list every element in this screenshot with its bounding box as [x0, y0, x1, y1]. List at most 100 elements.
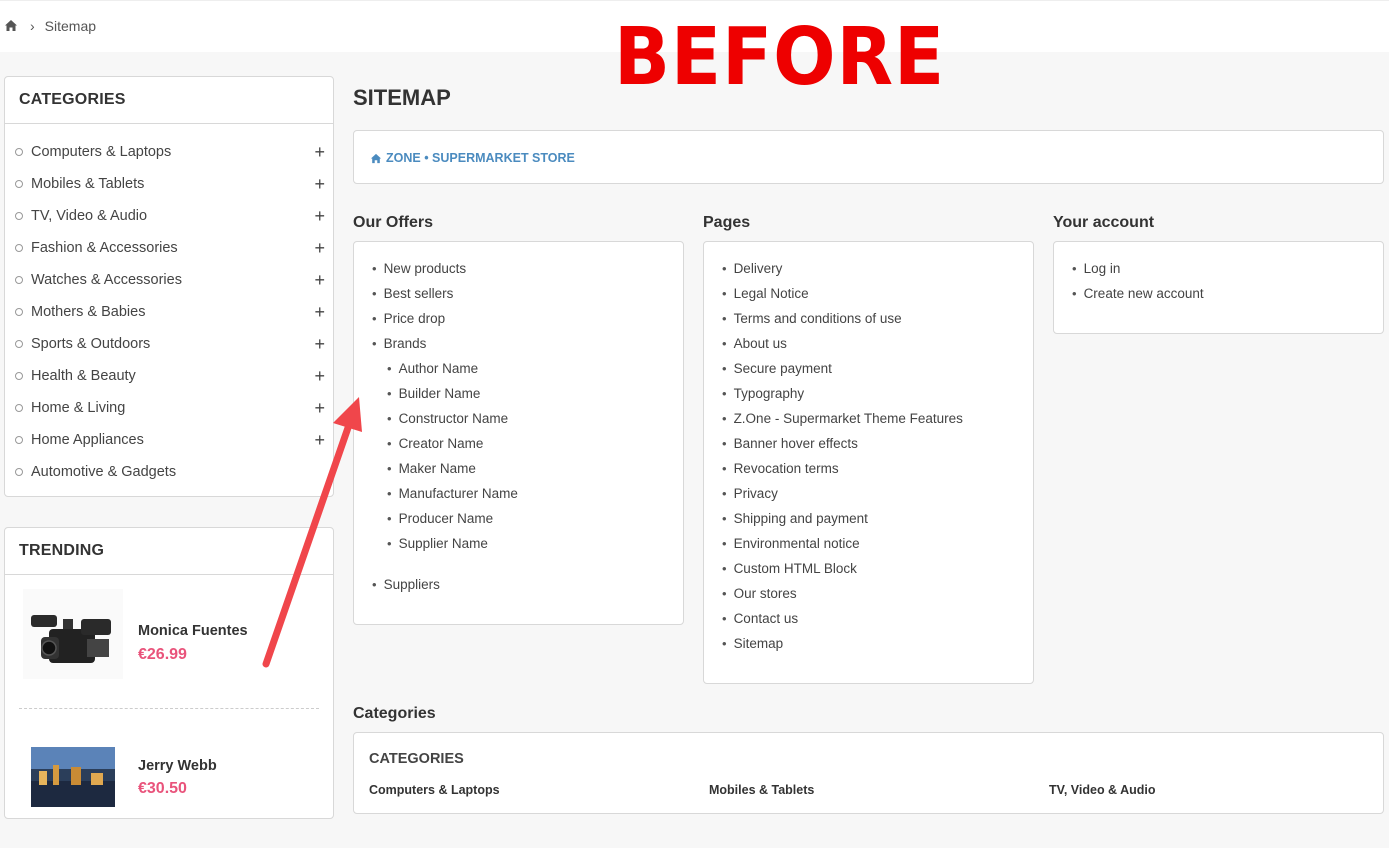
offers-heading: Our Offers — [353, 214, 434, 231]
brand-link[interactable]: Constructor Name — [354, 406, 683, 431]
offer-link[interactable]: Best sellers — [354, 281, 683, 306]
expand-icon[interactable]: + — [314, 239, 325, 257]
account-heading: Your account — [1053, 214, 1155, 231]
bullet-icon — [15, 340, 23, 348]
pages-heading: Pages — [703, 214, 751, 231]
page-link[interactable]: Typography — [704, 381, 1033, 406]
offer-link[interactable]: New products — [354, 256, 683, 281]
category-label: Mothers & Babies — [31, 304, 146, 320]
expand-icon[interactable]: + — [314, 335, 325, 353]
category-label: Mobiles & Tablets — [31, 176, 145, 192]
sidebar-category-item[interactable]: Sports & Outdoors + — [5, 328, 333, 360]
page-link[interactable]: Z.One - Supermarket Theme Features — [704, 406, 1033, 431]
offer-link[interactable]: Suppliers — [354, 572, 683, 597]
bullet-icon — [15, 276, 23, 284]
category-column-link[interactable]: Mobiles & Tablets — [709, 783, 814, 797]
category-column-link[interactable]: Computers & Laptops — [369, 783, 500, 797]
page-link[interactable]: Sitemap — [704, 631, 1033, 656]
categories-heading: CATEGORIES — [5, 77, 333, 124]
trending-heading: TRENDING — [5, 528, 333, 575]
page-link[interactable]: Custom HTML Block — [704, 556, 1033, 581]
bullet-icon — [15, 212, 23, 220]
bullet-icon — [15, 436, 23, 444]
page-link[interactable]: Our stores — [704, 581, 1033, 606]
page-link[interactable]: Environmental notice — [704, 531, 1033, 556]
page-link[interactable]: Secure payment — [704, 356, 1033, 381]
expand-icon[interactable]: + — [314, 367, 325, 385]
store-link-label: ZONE • SUPERMARKET STORE — [386, 151, 575, 165]
page-link[interactable]: Legal Notice — [704, 281, 1033, 306]
breadcrumb-current: Sitemap — [44, 18, 97, 34]
home-icon[interactable] — [4, 19, 18, 33]
sidebar-category-item[interactable]: Automotive & Gadgets — [5, 456, 333, 488]
page-link[interactable]: Delivery — [704, 256, 1033, 281]
page-link[interactable]: Contact us — [704, 606, 1033, 631]
sidebar-category-item[interactable]: Home Appliances + — [5, 424, 333, 456]
sidebar-category-item[interactable]: Fashion & Accessories + — [5, 232, 333, 264]
expand-icon[interactable]: + — [314, 399, 325, 417]
pages-box: DeliveryLegal NoticeTerms and conditions… — [703, 241, 1034, 684]
category-label: Computers & Laptops — [31, 144, 172, 160]
brand-link[interactable]: Author Name — [354, 356, 683, 381]
category-label: Sports & Outdoors — [31, 336, 151, 352]
page-link[interactable]: Privacy — [704, 481, 1033, 506]
categories-list: Computers & Laptops + Mobiles & Tablets + TV… — [5, 124, 333, 488]
bullet-icon — [15, 180, 23, 188]
brand-link[interactable]: Producer Name — [354, 506, 683, 531]
store-home-link[interactable]: ZONE • SUPERMARKET STORE — [370, 151, 575, 165]
sidebar-category-item[interactable]: TV, Video & Audio + — [5, 200, 333, 232]
page-link[interactable]: Terms and conditions of use — [704, 306, 1033, 331]
page-link[interactable]: Banner hover effects — [704, 431, 1033, 456]
brand-link[interactable]: Creator Name — [354, 431, 683, 456]
sidebar-categories: CATEGORIES Computers & Laptops + Mobiles &… — [4, 76, 334, 497]
category-label: TV, Video & Audio — [31, 208, 148, 224]
product-price: €26.99 — [138, 646, 187, 663]
sidebar-category-item[interactable]: Mothers & Babies + — [5, 296, 333, 328]
offers-box: New productsBest sellersPrice dropBrands… — [353, 241, 684, 625]
category-column-link[interactable]: TV, Video & Audio — [1049, 783, 1156, 797]
offer-link[interactable]: Brands — [354, 331, 683, 356]
expand-icon[interactable]: + — [314, 207, 325, 225]
city-tv-image[interactable] — [31, 747, 115, 837]
sidebar-category-item[interactable]: Health & Beauty + — [5, 360, 333, 392]
offers-list: New productsBest sellersPrice dropBrands… — [354, 242, 683, 597]
expand-icon[interactable]: + — [314, 271, 325, 289]
bullet-icon — [15, 404, 23, 412]
offer-link[interactable]: Price drop — [354, 306, 683, 331]
sidebar-category-item[interactable]: Mobiles & Tablets + — [5, 168, 333, 200]
breadcrumb: › Sitemap — [4, 18, 96, 34]
expand-icon[interactable]: + — [314, 431, 325, 449]
expand-icon[interactable]: + — [314, 303, 325, 321]
before-annotation-label: BEFORE — [614, 11, 946, 103]
page-link[interactable]: Revocation terms — [704, 456, 1033, 481]
expand-icon[interactable]: + — [314, 143, 325, 161]
account-link[interactable]: Create new account — [1054, 281, 1383, 306]
page-link[interactable]: Shipping and payment — [704, 506, 1033, 531]
product-name[interactable]: Monica Fuentes — [138, 623, 248, 639]
account-link[interactable]: Log in — [1054, 256, 1383, 281]
sidebar-category-item[interactable]: Watches & Accessories + — [5, 264, 333, 296]
bullet-icon — [15, 308, 23, 316]
brand-link[interactable]: Maker Name — [354, 456, 683, 481]
bullet-icon — [15, 372, 23, 380]
brand-link[interactable]: Supplier Name — [354, 531, 683, 556]
brand-link[interactable]: Manufacturer Name — [354, 481, 683, 506]
product-price: €30.50 — [138, 780, 187, 797]
category-label: Health & Beauty — [31, 368, 136, 384]
sidebar-category-item[interactable]: Home & Living + — [5, 392, 333, 424]
categories-tree-title: CATEGORIES — [369, 751, 464, 767]
brand-link[interactable]: Builder Name — [354, 381, 683, 406]
trending-product[interactable]: Monica Fuentes €26.99 — [5, 575, 333, 709]
sidebar-category-item[interactable]: Computers & Laptops + — [5, 136, 333, 168]
camcorder-image[interactable] — [23, 589, 123, 679]
page-link[interactable]: About us — [704, 331, 1033, 356]
account-box: Log inCreate new account — [1053, 241, 1384, 334]
sidebar-trending: TRENDING Monica Fuentes €26.99 Jerry Web… — [4, 527, 334, 819]
expand-icon[interactable]: + — [314, 175, 325, 193]
account-list: Log inCreate new account — [1054, 242, 1383, 306]
trending-product[interactable]: Jerry Webb €30.50 — [5, 718, 333, 848]
category-label: Home Appliances — [31, 432, 144, 448]
product-name[interactable]: Jerry Webb — [138, 758, 217, 774]
store-link-box: ZONE • SUPERMARKET STORE — [353, 130, 1384, 184]
home-icon — [370, 153, 382, 163]
